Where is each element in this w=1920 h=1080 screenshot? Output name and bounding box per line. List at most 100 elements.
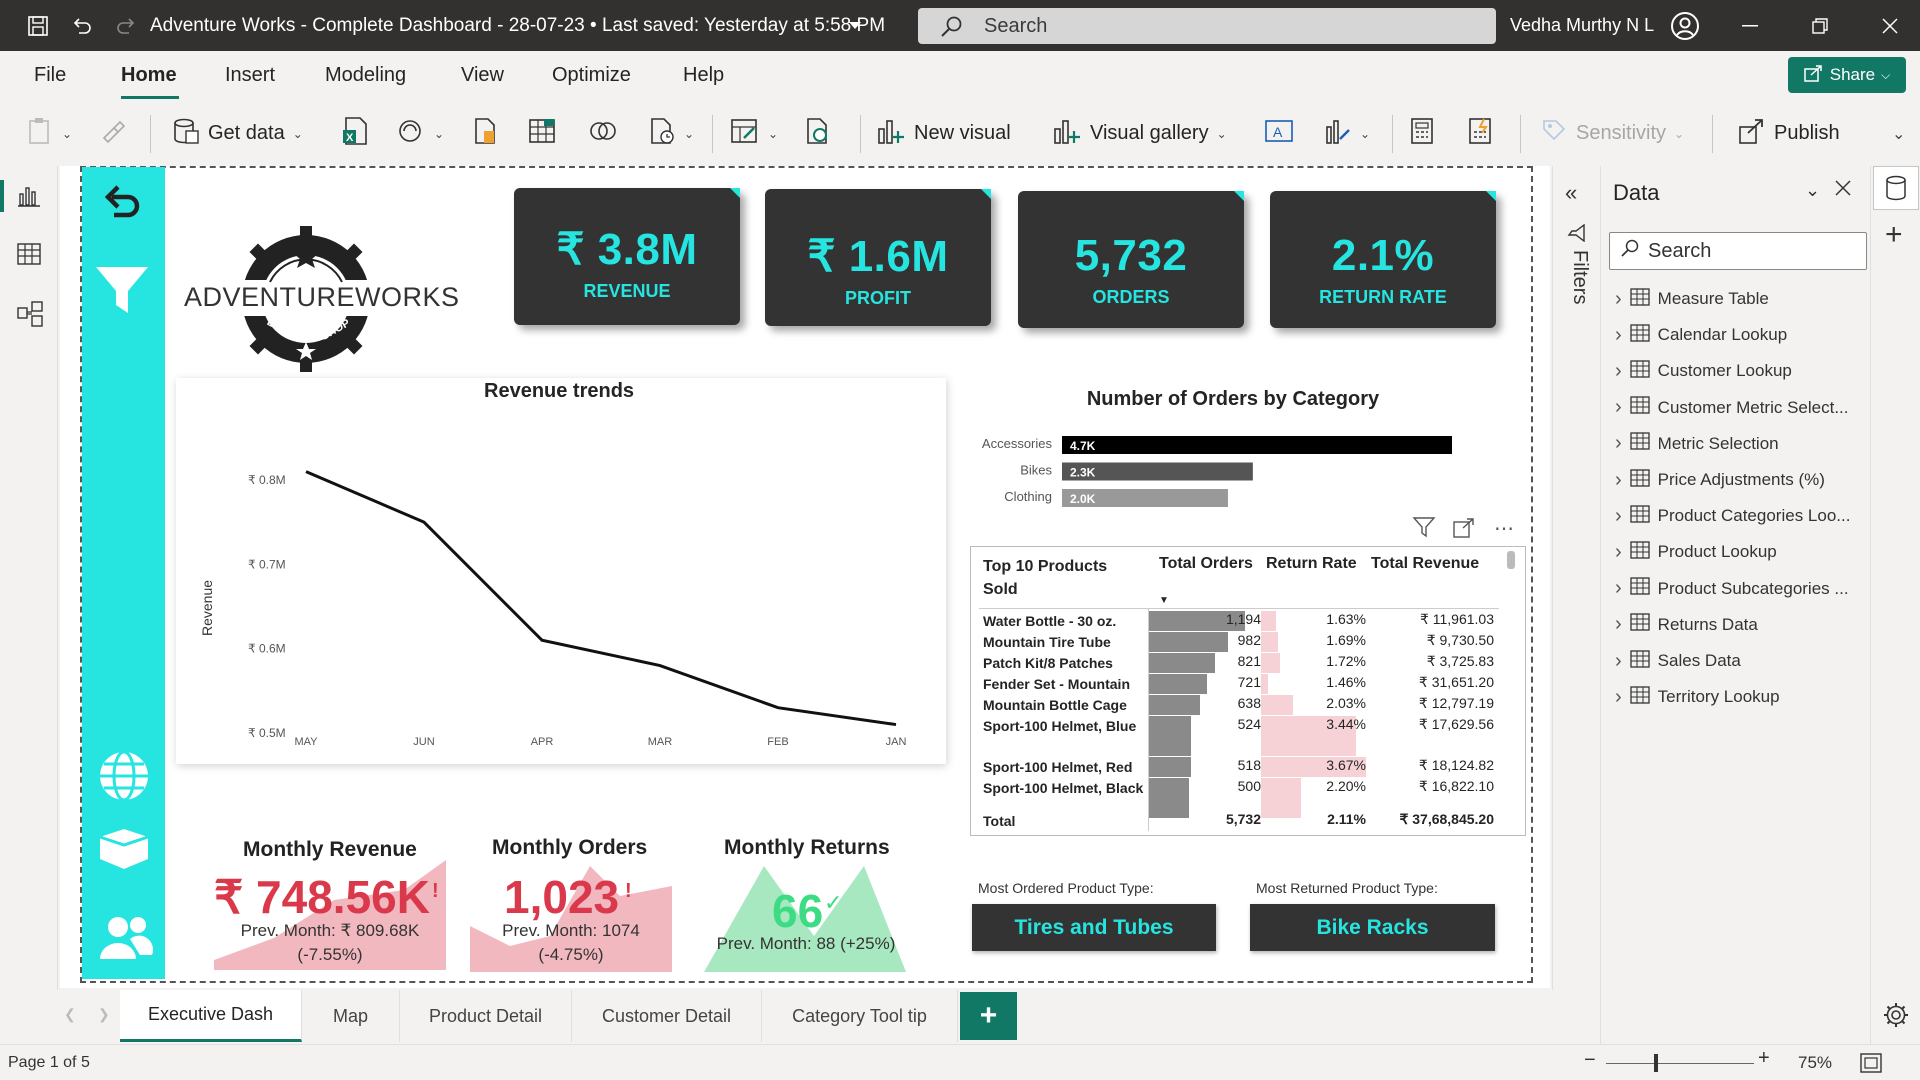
save-icon[interactable] [18, 0, 58, 51]
chevron-right-icon[interactable]: ❯ [98, 1006, 110, 1023]
table-header-revenue[interactable]: Total Revenue [1371, 555, 1479, 573]
model-view-icon[interactable] [16, 300, 44, 333]
dataverse-button[interactable] [472, 101, 498, 166]
refresh-button[interactable] [804, 101, 832, 166]
top-products-table[interactable]: Top 10 Products Sold Total Orders Return… [970, 546, 1526, 836]
tab-executive-dash[interactable]: Executive Dash [120, 990, 302, 1042]
onelake-button[interactable]: ⌄ [398, 101, 444, 166]
zoom-slider-track[interactable] [1606, 1063, 1754, 1064]
tab-customer-detail[interactable]: Customer Detail [572, 990, 762, 1042]
filters-pane[interactable]: « Filters [1552, 166, 1600, 1044]
kpi-card-profit[interactable]: ₹ 1.6M PROFIT [765, 189, 991, 326]
data-table-item[interactable]: › Measure Table [1615, 284, 1769, 314]
category-bar[interactable] [1062, 436, 1452, 454]
menu-modeling[interactable]: Modeling [325, 64, 406, 87]
maximize-icon[interactable] [1790, 0, 1850, 51]
publish-button[interactable]: Publish [1738, 101, 1840, 166]
text-box-button[interactable]: A [1264, 101, 1294, 166]
zoom-slider-thumb[interactable] [1654, 1054, 1658, 1072]
add-pane-icon[interactable]: + [1885, 220, 1903, 250]
data-table-item[interactable]: › Customer Metric Select... [1615, 393, 1849, 423]
avatar-icon[interactable] [1668, 0, 1702, 51]
kpi-card-orders[interactable]: 5,732 ORDERS [1018, 191, 1244, 328]
excel-button[interactable]: X [342, 101, 370, 166]
tab-map[interactable]: Map [302, 990, 400, 1042]
data-table-item[interactable]: › Customer Lookup [1615, 356, 1792, 386]
data-table-item[interactable]: › Price Adjustments (%) [1615, 465, 1825, 495]
minimize-icon[interactable] [1720, 0, 1780, 51]
data-pane-toggle[interactable] [1873, 166, 1919, 210]
menu-view[interactable]: View [461, 64, 504, 87]
fit-to-page-icon[interactable] [1860, 1053, 1882, 1078]
table-header-product[interactable]: Top 10 Products Sold [983, 555, 1133, 601]
more-visuals-button[interactable]: ⌄ [1324, 101, 1370, 166]
sort-desc-icon[interactable]: ▼ [1159, 595, 1169, 606]
most-returned-value[interactable]: Bike Racks [1250, 904, 1495, 951]
table-row[interactable]: Mountain Tire Tube 982 1.69% ₹ 9,730.50 [971, 632, 1516, 652]
table-view-icon[interactable] [16, 242, 42, 271]
back-arrow-icon[interactable] [98, 181, 144, 232]
sensitivity-button[interactable]: Sensitivity ⌄ [1540, 101, 1684, 166]
data-table-item[interactable]: › Metric Selection [1615, 429, 1779, 459]
table-header-return-rate[interactable]: Return Rate [1266, 555, 1357, 573]
tab-category-tool-tip[interactable]: Category Tool tip [762, 990, 958, 1042]
most-ordered-value[interactable]: Tires and Tubes [972, 904, 1216, 951]
visual-gallery-button[interactable]: Visual gallery ⌄ [1052, 101, 1227, 166]
table-row[interactable]: Mountain Bottle Cage 638 2.03% ₹ 12,797.19 [971, 695, 1516, 715]
table-row[interactable]: Patch Kit/8 Patches 821 1.72% ₹ 3,725.83 [971, 653, 1516, 673]
kpi-card-return-rate[interactable]: 2.1% RETURN RATE [1270, 191, 1496, 328]
tab-product-detail[interactable]: Product Detail [400, 990, 572, 1042]
recent-sources-button[interactable]: ⌄ [648, 101, 694, 166]
menu-file[interactable]: File [34, 64, 66, 87]
data-table-item[interactable]: › Territory Lookup [1615, 682, 1780, 712]
box-icon[interactable] [96, 825, 152, 876]
zoom-level[interactable]: 75% [1798, 1053, 1832, 1073]
share-button[interactable]: Share ⌵ [1788, 57, 1906, 93]
menu-home[interactable]: Home [121, 64, 177, 87]
revenue-trends-visual[interactable]: Revenue trends ₹ 0.5M ₹ 0.6M ₹ 0.7M ₹ 0.8M R… [176, 378, 946, 764]
collapse-pane-icon[interactable]: ⌄ [1805, 180, 1820, 201]
data-table-item[interactable]: › Calendar Lookup [1615, 320, 1787, 350]
data-table-item[interactable]: › Product Subcategories ... [1615, 574, 1849, 604]
expand-pane-icon[interactable]: « [1565, 180, 1577, 206]
revenue-line[interactable] [305, 470, 897, 727]
title-dropdown-icon[interactable] [842, 0, 868, 51]
table-scrollbar[interactable] [1507, 551, 1515, 569]
zoom-in-icon[interactable]: + [1758, 1047, 1770, 1070]
report-view-icon[interactable] [16, 184, 42, 213]
table-row[interactable]: Water Bottle - 30 oz. 1,194 1.63% ₹ 11,961.… [971, 611, 1516, 631]
datasets-button[interactable] [588, 101, 618, 166]
quick-measure-button[interactable] [1468, 101, 1492, 166]
data-table-item[interactable]: › Product Categories Loo... [1615, 501, 1850, 531]
orders-by-category-visual[interactable]: Number of Orders by Category Accessories… [972, 382, 1494, 516]
table-row[interactable]: Sport-100 Helmet, Red 518 3.67% ₹ 18,124.82 [971, 757, 1516, 777]
get-data-button[interactable]: Get data ⌄ [172, 101, 303, 166]
ribbon-collapse-button[interactable]: ⌄ [1892, 101, 1905, 166]
enter-data-button[interactable] [528, 101, 556, 166]
menu-help[interactable]: Help [683, 64, 724, 87]
add-page-button[interactable]: + [960, 992, 1017, 1040]
filter-icon[interactable] [92, 263, 152, 324]
paste-button[interactable]: ⌄ [28, 101, 72, 166]
menu-optimize[interactable]: Optimize [552, 64, 631, 87]
kpi-card-revenue[interactable]: ₹ 3.8M REVENUE [514, 188, 740, 325]
zoom-out-icon[interactable]: − [1584, 1049, 1596, 1072]
close-pane-icon[interactable] [1835, 180, 1851, 201]
customers-icon[interactable] [96, 913, 154, 966]
settings-gear-icon[interactable] [1883, 1002, 1909, 1033]
data-table-item[interactable]: › Product Lookup [1615, 537, 1777, 567]
close-icon[interactable] [1860, 0, 1920, 51]
chevron-left-icon[interactable]: ❮ [64, 1006, 76, 1023]
table-header-orders[interactable]: Total Orders [1159, 555, 1253, 573]
focus-mode-icon[interactable] [1453, 518, 1475, 543]
data-table-item[interactable]: › Sales Data [1615, 646, 1741, 676]
format-painter-button[interactable] [100, 101, 126, 166]
undo-icon[interactable] [62, 0, 102, 51]
data-search-input[interactable]: Search [1609, 232, 1867, 270]
menu-insert[interactable]: Insert [225, 64, 275, 87]
globe-icon[interactable] [97, 749, 151, 808]
data-table-item[interactable]: › Returns Data [1615, 610, 1758, 640]
filter-visual-icon[interactable] [1412, 516, 1436, 543]
more-options-icon[interactable]: ⋯ [1494, 516, 1515, 541]
redo-icon[interactable] [106, 0, 146, 51]
